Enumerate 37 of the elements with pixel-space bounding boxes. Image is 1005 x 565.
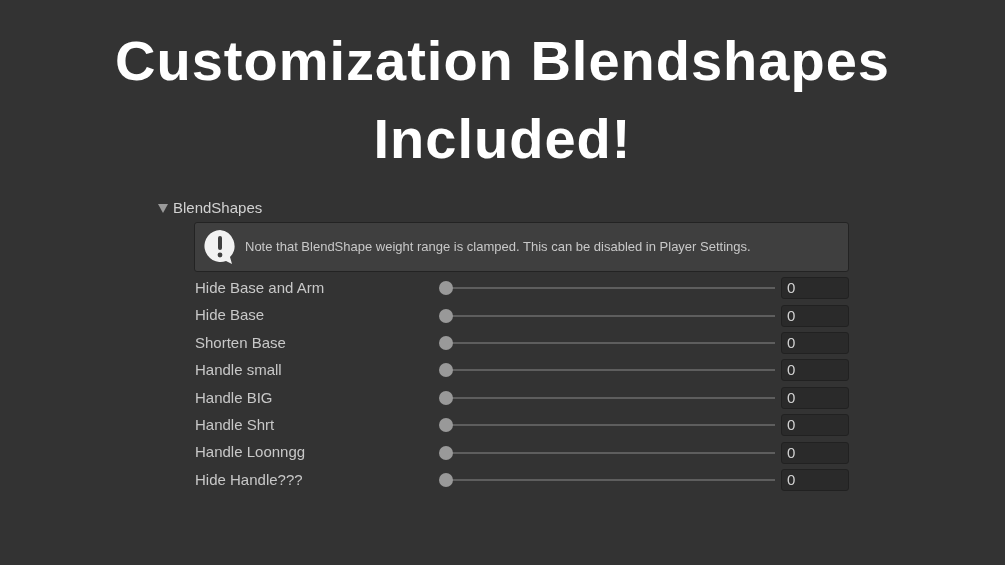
slider-track[interactable] <box>439 445 775 460</box>
value-field[interactable]: 0 <box>781 331 849 354</box>
slider-thumb[interactable] <box>439 363 453 378</box>
slider-thumb[interactable] <box>439 308 453 323</box>
value-field[interactable]: 0 <box>781 359 849 382</box>
slider-thumb[interactable] <box>439 390 453 405</box>
slider-label: Hide Handle??? <box>195 469 304 490</box>
slider-label: Handle Shrt <box>195 414 276 435</box>
slider-label: Hide Base and Arm <box>195 277 326 298</box>
slider-track[interactable] <box>439 390 775 405</box>
slider-label: Handle BIG <box>195 387 274 408</box>
slider-label: Hide Base <box>195 305 266 326</box>
slider-thumb[interactable] <box>439 445 453 460</box>
slider-track[interactable] <box>439 472 775 487</box>
slider-thumb[interactable] <box>439 418 453 433</box>
slider-thumb[interactable] <box>439 281 453 296</box>
value-field[interactable]: 0 <box>781 277 849 300</box>
slider-thumb[interactable] <box>439 472 453 487</box>
value-field[interactable]: 0 <box>781 414 849 437</box>
foldout-label[interactable]: BlendShapes <box>173 196 263 220</box>
slider-label: Handle small <box>195 360 283 381</box>
slider-track[interactable] <box>439 335 775 350</box>
headline: Included! <box>373 106 632 172</box>
slider-thumb[interactable] <box>439 335 453 350</box>
value-field[interactable]: 0 <box>781 468 849 491</box>
slider-track[interactable] <box>439 308 775 323</box>
slider-label: Handle Loonngg <box>195 442 307 463</box>
value-field[interactable]: 0 <box>781 386 849 409</box>
slider-track[interactable] <box>439 418 775 433</box>
headline: Customization Blendshapes <box>115 28 890 94</box>
slider-track[interactable] <box>439 363 775 378</box>
value-field[interactable]: 0 <box>781 441 849 464</box>
foldout-triangle-icon[interactable] <box>157 202 169 214</box>
slider-label: Shorten Base <box>195 332 287 353</box>
help-message: Note that BlendShape weight range is clamped. This can be disabled in Player Settings. <box>245 238 751 257</box>
slider-track[interactable] <box>439 281 775 296</box>
value-field[interactable]: 0 <box>781 304 849 327</box>
